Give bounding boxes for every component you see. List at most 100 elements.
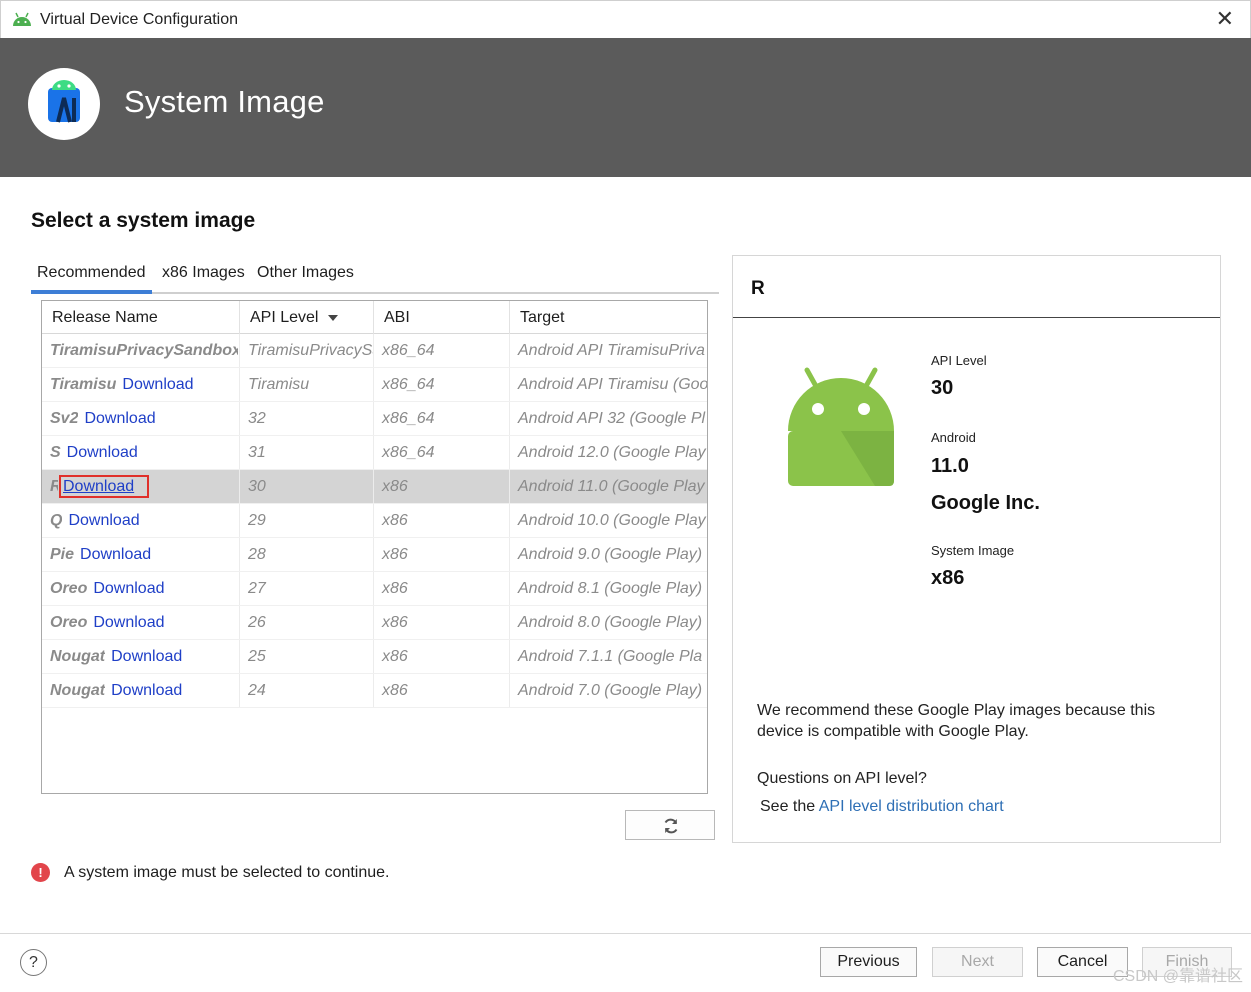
table-row[interactable]: Nougat Download 25 x86 Android 7.1.1 (Google… [42, 640, 707, 674]
table-row[interactable]: Tiramisu Download Tiramisu x86_64 Android AP… [42, 368, 707, 402]
column-separator [373, 606, 374, 639]
see-prefix: See the [760, 798, 819, 815]
column-separator [373, 436, 374, 469]
header-title: System Image [124, 84, 325, 119]
title-bar: Virtual Device Configuration ✕ [0, 0, 1251, 38]
tab-bar: Recommended x86 Images Other Images [31, 262, 719, 294]
download-link[interactable]: Download [111, 648, 182, 665]
column-separator [509, 402, 510, 435]
api-level-label: API Level [931, 353, 987, 368]
api-level-cell: 32 [248, 410, 266, 427]
column-separator [373, 402, 374, 435]
previous-button[interactable]: Previous [820, 947, 917, 977]
column-header-target[interactable]: Target [510, 301, 707, 334]
release-name-cell: Oreo Download [42, 572, 238, 606]
table-row[interactable]: Pie Download 28 x86 Android 9.0 (Google Play… [42, 538, 707, 572]
download-link[interactable]: Download [67, 444, 138, 461]
table-row[interactable]: S Download 31 x86_64 Android 12.0 (Google Pl… [42, 436, 707, 470]
column-separator [373, 470, 374, 503]
help-icon[interactable]: ? [20, 949, 47, 976]
column-separator [509, 538, 510, 571]
release-name: Q [50, 512, 63, 529]
divider [733, 317, 1220, 318]
refresh-icon [664, 818, 678, 834]
release-name: Pie [50, 546, 75, 563]
column-header-release-name[interactable]: Release Name [42, 301, 240, 334]
release-name: R [50, 470, 58, 504]
system-image-value: x86 [931, 567, 965, 589]
abi-cell: x86 [382, 648, 408, 665]
header-band: System Image [0, 38, 1251, 177]
abi-cell: x86 [382, 614, 408, 631]
target-cell: Android 7.0 (Google Play) [518, 682, 703, 699]
abi-cell: x86 [382, 478, 408, 495]
download-link[interactable]: Download [93, 614, 164, 631]
android-icon [788, 367, 894, 486]
vendor-value: Google Inc. [931, 492, 1040, 514]
table-header: Release Name API Level ABI Target [42, 301, 707, 334]
api-level-cell: 26 [248, 614, 266, 631]
download-link[interactable]: Download [68, 512, 139, 529]
target-cell: Android API Tiramisu (Goo [518, 376, 707, 393]
column-separator [373, 368, 374, 401]
api-distribution-chart-link[interactable]: API level distribution chart [819, 798, 1004, 815]
table-body: TiramisuPrivacySandbox TiramisuPrivacySa x… [42, 334, 707, 708]
column-separator [239, 538, 240, 571]
api-level-cell: 28 [248, 546, 266, 563]
android-icon [13, 12, 31, 26]
abi-cell: x86_64 [382, 342, 435, 359]
abi-cell: x86_64 [382, 410, 435, 427]
sort-desc-icon [328, 314, 339, 321]
column-separator [509, 504, 510, 537]
next-button[interactable]: Next [932, 947, 1023, 977]
target-cell: Android 9.0 (Google Play) [518, 546, 703, 563]
table-row[interactable]: Oreo Download 27 x86 Android 8.1 (Google Pla… [42, 572, 707, 606]
tab-other-images[interactable]: Other Images [251, 262, 360, 292]
column-separator [509, 572, 510, 605]
api-level-cell: TiramisuPrivacySa [248, 342, 374, 359]
download-link[interactable]: Download [122, 376, 193, 393]
column-header-api-level[interactable]: API Level [240, 301, 374, 334]
detail-title: R [751, 278, 765, 299]
abi-cell: x86 [382, 546, 408, 563]
table-row[interactable]: Sv2 Download 32 x86_64 Android API 32 (Googl… [42, 402, 707, 436]
release-name: Oreo [50, 580, 88, 597]
abi-cell: x86 [382, 580, 408, 597]
tab-x86-images[interactable]: x86 Images [156, 262, 251, 292]
column-separator [373, 640, 374, 673]
release-name-cell: Nougat Download [42, 640, 238, 674]
api-question-text: Questions on API level? [757, 770, 927, 787]
table-row[interactable]: Nougat Download 24 x86 Android 7.0 (Google P… [42, 674, 707, 708]
api-level-cell: 24 [248, 682, 266, 699]
column-separator [509, 334, 510, 367]
column-separator [509, 640, 510, 673]
download-link[interactable]: Download [111, 682, 182, 699]
table-row[interactable]: Oreo Download 26 x86 Android 8.0 (Google Pla… [42, 606, 707, 640]
release-name: Nougat [50, 648, 106, 665]
table-row[interactable]: TiramisuPrivacySandbox TiramisuPrivacySa x… [42, 334, 707, 368]
column-separator [239, 504, 240, 537]
android-version-label: Android [931, 430, 976, 445]
table-row[interactable]: RDownload 30 x86 Android 11.0 (Google Play [42, 470, 707, 504]
download-link[interactable]: Download [93, 580, 164, 597]
download-link[interactable]: Download [80, 546, 151, 563]
system-image-table: Release Name API Level ABI Target Tirami… [41, 300, 708, 794]
abi-cell: x86_64 [382, 444, 435, 461]
column-separator [373, 538, 374, 571]
tab-recommended[interactable]: Recommended [31, 262, 152, 294]
table-row[interactable]: Q Download 29 x86 Android 10.0 (Google Play [42, 504, 707, 538]
column-separator [239, 402, 240, 435]
error-message: A system image must be selected to conti… [64, 864, 390, 881]
refresh-button[interactable] [625, 810, 715, 840]
download-link[interactable]: Download [84, 410, 155, 427]
download-link[interactable]: Download [58, 475, 150, 498]
close-icon[interactable]: ✕ [1216, 7, 1234, 31]
release-name: Oreo [50, 614, 88, 631]
column-separator [239, 334, 240, 367]
release-name-cell: RDownload [42, 470, 238, 504]
abi-cell: x86 [382, 512, 408, 529]
column-separator [373, 504, 374, 537]
column-header-abi[interactable]: ABI [374, 301, 510, 334]
release-name-cell: Q Download [42, 504, 238, 538]
footer-divider [0, 933, 1251, 934]
